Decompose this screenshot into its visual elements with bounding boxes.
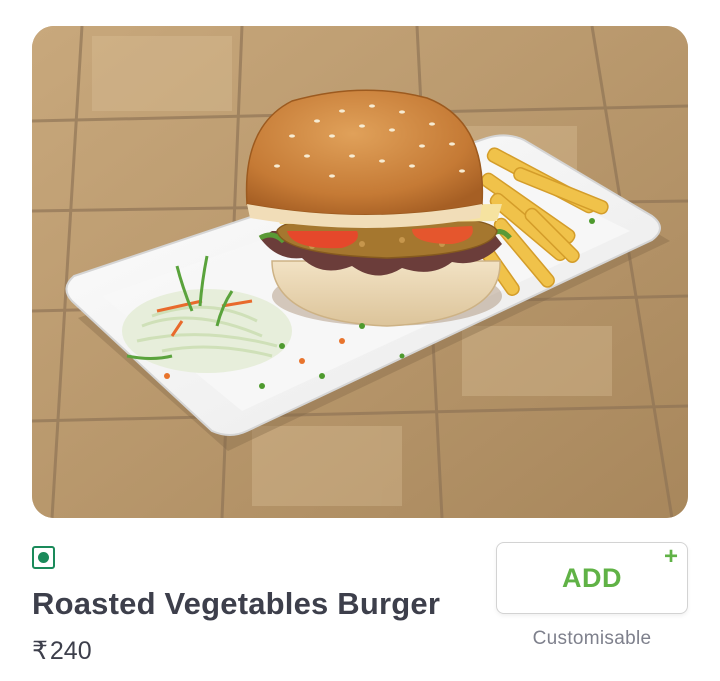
item-price: ₹240 bbox=[32, 636, 92, 666]
rupee-icon: ₹ bbox=[32, 637, 48, 665]
plus-icon: + bbox=[663, 543, 678, 570]
veg-dot bbox=[38, 552, 49, 563]
add-button[interactable]: ADD + bbox=[496, 542, 688, 614]
veg-icon bbox=[32, 546, 55, 569]
price-value: 240 bbox=[49, 636, 92, 665]
menu-item-card: Roasted Vegetables Burger ₹240 ADD + Cus… bbox=[0, 0, 720, 681]
item-name: Roasted Vegetables Burger bbox=[32, 586, 441, 621]
add-button-label: ADD bbox=[562, 562, 622, 593]
customisable-label: Customisable bbox=[532, 628, 652, 649]
item-photo[interactable] bbox=[32, 26, 688, 518]
burger-photo-illustration bbox=[32, 26, 688, 518]
